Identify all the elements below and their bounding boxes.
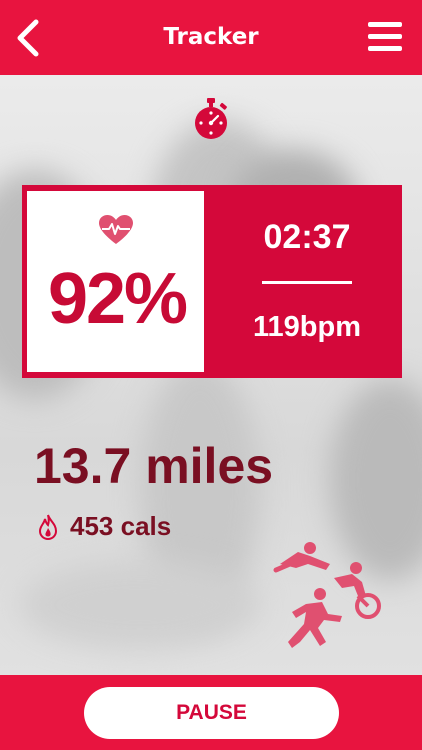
app-header: Tracker bbox=[0, 0, 422, 75]
page-title: Tracker bbox=[163, 24, 259, 50]
heart-rate-percent: 92% bbox=[47, 259, 188, 339]
stopwatch-icon bbox=[195, 98, 227, 139]
elapsed-time: 02:37 bbox=[263, 218, 351, 256]
distance-value: 13.7 miles bbox=[34, 438, 274, 494]
heart-rate-icon bbox=[99, 215, 133, 244]
stats-divider bbox=[262, 281, 352, 284]
calories-value: 453 cals bbox=[70, 511, 172, 541]
pause-button[interactable]: PAUSE bbox=[84, 687, 339, 739]
flame-icon bbox=[38, 514, 58, 540]
hamburger-menu-icon[interactable] bbox=[368, 22, 402, 52]
heart-rate-bpm: 119bpm bbox=[253, 311, 361, 343]
triathlon-icon bbox=[273, 542, 381, 648]
